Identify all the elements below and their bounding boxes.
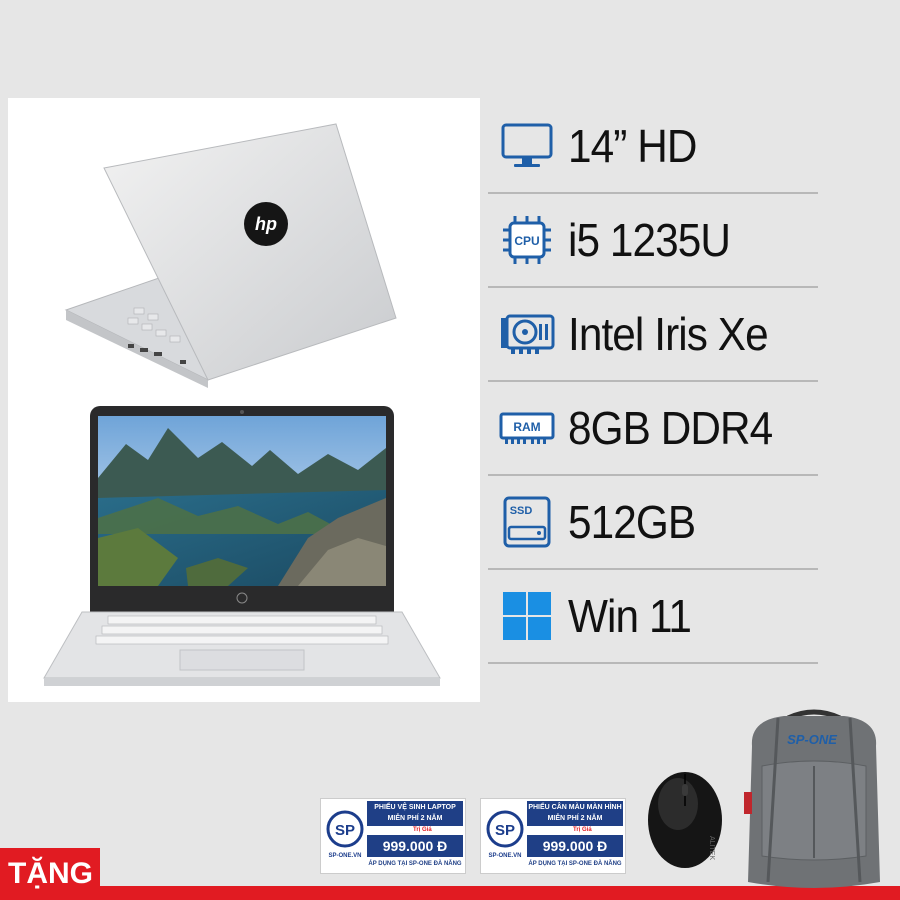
svg-text:CPU: CPU [514,234,539,248]
voucher-brand: SP-ONE.VN [488,853,522,859]
wireless-mouse-image: ALITEK [648,772,722,868]
voucher-screen-calibration: SP SP-ONE.VN PHIẾU CÂN MÀU MÀN HÌNH MIỄN… [480,798,626,874]
spec-list: 14” HD CPU i5 1235U Intel Iris Xe RAM 8G… [488,100,818,664]
spec-storage: SSD 512GB [488,476,818,570]
spec-display: 14” HD [488,100,818,194]
svg-text:hp: hp [255,214,277,234]
cpu-icon: CPU [498,211,556,269]
voucher-price: 999.000 Đ [367,835,463,857]
spec-cpu: CPU i5 1235U [488,194,818,288]
windows-icon [498,587,556,645]
voucher-value-label: Trị Giá [413,827,432,833]
product-image-panel: hp [8,98,480,702]
svg-text:SP: SP [495,822,515,839]
spec-ram-text: 8GB DDR4 [568,402,773,454]
spec-os-text: Win 11 [568,590,692,642]
voucher-laptop-cleaning: SP SP-ONE.VN PHIẾU VỆ SINH LAPTOP MIỄN P… [320,798,466,874]
spec-gpu: Intel Iris Xe [488,288,818,382]
spec-gpu-text: Intel Iris Xe [568,308,769,360]
voucher-value-label: Trị Giá [573,827,592,833]
spec-ram: RAM 8GB DDR4 [488,382,818,476]
monitor-icon [498,117,556,175]
svg-text:SP-ONE: SP-ONE [787,732,837,747]
gpu-icon [498,305,556,363]
voucher-brand: SP-ONE.VN [328,853,362,859]
spec-cpu-text: i5 1235U [568,214,731,266]
ram-icon: RAM [498,399,556,457]
sp-one-logo-icon: SP [326,810,364,848]
voucher-footer: ÁP DỤNG TẠI SP-ONE ĐÀ NẴNG [368,861,462,867]
laptop-illustration: hp [43,123,441,686]
spec-display-text: 14” HD [568,120,697,172]
voucher-title: PHIẾU VỆ SINH LAPTOP MIỄN PHÍ 2 NĂM [367,801,463,826]
voucher-price: 999.000 Đ [527,835,623,857]
voucher-footer: ÁP DỤNG TẠI SP-ONE ĐÀ NẴNG [528,861,622,867]
svg-text:ALITEK: ALITEK [708,836,715,860]
spec-storage-text: 512GB [568,496,696,548]
svg-text:SSD: SSD [510,505,533,517]
svg-text:SP: SP [335,822,355,839]
backpack-image: SP-ONE [744,709,880,888]
sp-one-logo-icon: SP [486,810,524,848]
gift-label: TẶNG [0,848,100,900]
spec-os: Win 11 [488,570,818,664]
ssd-icon: SSD [498,493,556,551]
svg-text:RAM: RAM [513,420,540,434]
voucher-title: PHIẾU CÂN MÀU MÀN HÌNH MIỄN PHÍ 2 NĂM [527,801,623,826]
